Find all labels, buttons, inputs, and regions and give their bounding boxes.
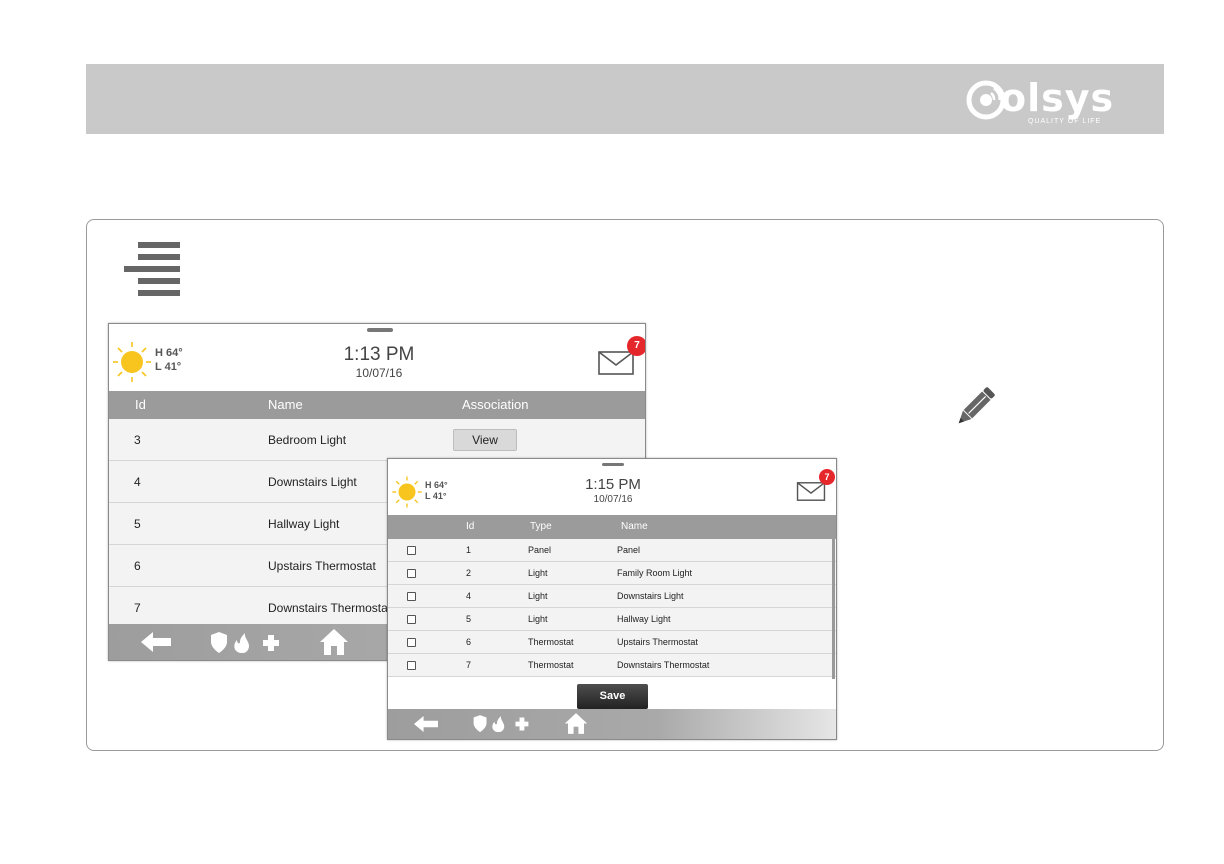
- row-id: 4: [134, 475, 141, 489]
- row-checkbox[interactable]: [407, 592, 416, 601]
- list-scrollbar[interactable]: [832, 539, 835, 679]
- row-id: 5: [134, 517, 141, 531]
- back-arrow-icon[interactable]: [414, 716, 438, 732]
- table-row[interactable]: 5 Light Hallway Light: [388, 608, 836, 631]
- clock: 1:15 PM 10/07/16: [558, 476, 668, 506]
- row-type: Light: [528, 614, 548, 624]
- row-type: Light: [528, 591, 548, 601]
- date-display: 10/07/16: [593, 494, 633, 505]
- police-shield-icon: [211, 632, 227, 653]
- emergency-icons[interactable]: [472, 715, 530, 733]
- row-checkbox[interactable]: [407, 569, 416, 578]
- row-id: 5: [466, 614, 472, 624]
- row-id: 6: [466, 637, 472, 647]
- row-checkbox[interactable]: [407, 615, 416, 624]
- qolsys-logo: olsys QUALITY OF LIFE: [966, 76, 1144, 126]
- table-row[interactable]: 3 Bedroom Light View: [109, 419, 645, 461]
- sun-icon: [392, 476, 422, 508]
- message-count-badge: 7: [627, 336, 645, 356]
- row-id: 4: [466, 591, 472, 601]
- col-header-id: Id: [135, 397, 146, 412]
- row-id: 7: [134, 601, 141, 615]
- table-row[interactable]: 7 Thermostat Downstairs Thermostat: [388, 654, 836, 677]
- logo-wordmark: olsys: [1000, 76, 1115, 120]
- row-name: Downstairs Light: [617, 591, 684, 601]
- mail-icon[interactable]: [796, 482, 826, 501]
- col-header-id: Id: [466, 521, 475, 532]
- home-icon[interactable]: [319, 628, 349, 656]
- weather-high: H 64°: [155, 347, 183, 359]
- pull-down-handle[interactable]: [367, 328, 393, 332]
- weather-high: H 64°: [425, 480, 448, 490]
- row-id: 2: [466, 568, 472, 578]
- weather-readout: H 64° L 41°: [155, 346, 183, 374]
- fire-icon: [234, 633, 249, 653]
- message-count-badge: 7: [819, 469, 835, 485]
- logo-tagline: QUALITY OF LIFE: [1028, 118, 1102, 125]
- pencil-icon: [958, 387, 995, 424]
- row-name: Panel: [617, 545, 641, 555]
- col-header-association: Association: [462, 397, 529, 412]
- menu-lines-icon: [124, 240, 180, 298]
- date-display: 10/07/16: [355, 366, 403, 380]
- row-name: Downstairs Thermostat: [268, 601, 392, 615]
- save-button[interactable]: Save: [577, 684, 648, 709]
- emergency-icons[interactable]: [209, 632, 281, 654]
- row-id: 6: [134, 559, 141, 573]
- sun-icon: [113, 342, 151, 382]
- row-name: Bedroom Light: [268, 433, 347, 447]
- police-shield-icon: [473, 715, 487, 733]
- header-band: olsys QUALITY OF LIFE: [86, 64, 1164, 134]
- row-name: Hallway Light: [617, 614, 671, 624]
- back-arrow-icon[interactable]: [141, 632, 171, 652]
- table-row[interactable]: 6 Thermostat Upstairs Thermostat: [388, 631, 836, 654]
- weather-low: L 41°: [155, 361, 182, 373]
- weather-readout: H 64° L 41°: [425, 480, 448, 502]
- pull-down-handle[interactable]: [602, 463, 624, 466]
- row-id: 7: [466, 660, 472, 670]
- col-header-name: Name: [621, 521, 648, 532]
- row-name: Upstairs Thermostat: [268, 559, 376, 573]
- row-name: Upstairs Thermostat: [617, 637, 698, 647]
- table-row[interactable]: 2 Light Family Room Light: [388, 562, 836, 585]
- row-id: 3: [134, 433, 141, 447]
- row-name: Family Room Light: [617, 568, 693, 578]
- mail-icon[interactable]: [598, 351, 634, 375]
- view-association-button[interactable]: View: [453, 429, 517, 451]
- row-id: 1: [466, 545, 472, 555]
- col-header-name: Name: [268, 397, 303, 412]
- table-header: Id Type Name: [388, 515, 836, 539]
- manual-page: olsys QUALITY OF LIFE H 64° L 41° 1:13 P…: [0, 0, 1224, 864]
- row-checkbox[interactable]: [407, 546, 416, 555]
- time-display: 1:13 PM: [343, 344, 415, 365]
- table-row[interactable]: 4 Light Downstairs Light: [388, 585, 836, 608]
- row-name: Downstairs Light: [268, 475, 357, 489]
- weather-low: L 41°: [425, 491, 447, 501]
- medical-cross-icon: [515, 717, 529, 731]
- row-type: Thermostat: [528, 660, 574, 670]
- table-row[interactable]: 1 Panel Panel: [388, 539, 836, 562]
- row-type: Panel: [528, 545, 552, 555]
- row-name: Hallway Light: [268, 517, 340, 531]
- row-type: Thermostat: [528, 637, 574, 647]
- table-header: Id Name Association: [109, 391, 645, 419]
- time-display: 1:15 PM: [585, 476, 641, 493]
- row-checkbox[interactable]: [407, 661, 416, 670]
- clock: 1:13 PM 10/07/16: [309, 344, 449, 380]
- row-type: Light: [528, 568, 548, 578]
- medical-cross-icon: [263, 635, 279, 651]
- row-name: Downstairs Thermostat: [617, 660, 710, 670]
- fire-icon: [492, 715, 505, 733]
- home-icon[interactable]: [564, 712, 588, 735]
- row-checkbox[interactable]: [407, 638, 416, 647]
- bottom-nav-bar: [388, 709, 836, 739]
- col-header-type: Type: [530, 521, 552, 532]
- device-screen-select-devices: H 64° L 41° 1:15 PM 10/07/16 7 Id Type N…: [387, 458, 837, 740]
